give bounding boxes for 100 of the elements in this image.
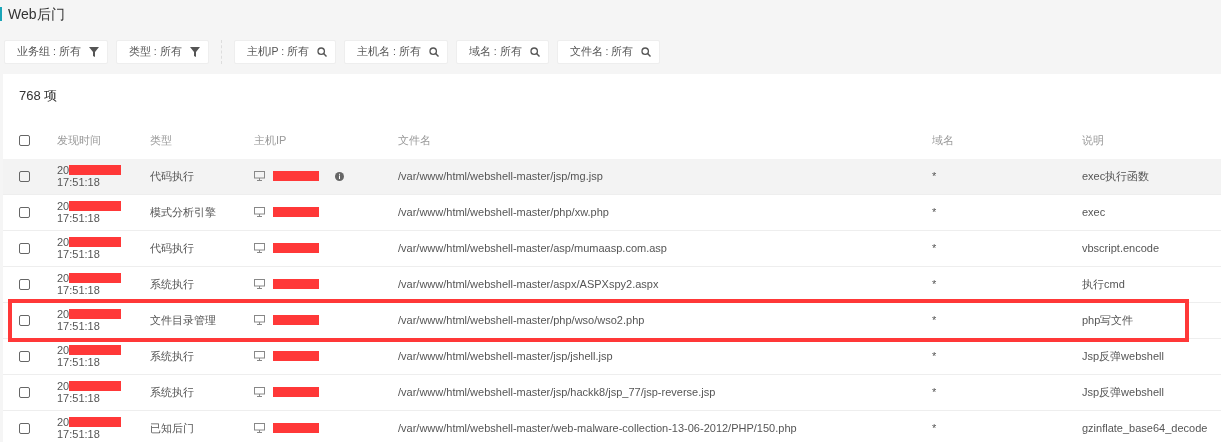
redaction-mark — [69, 165, 122, 175]
search-filter[interactable]: 主机IP : 所有 — [233, 39, 336, 64]
item-count: 768 项 — [18, 86, 59, 105]
file-path: /var/www/html/webshell-master/jsp/mg.jsp — [398, 169, 603, 182]
filter-dropdown[interactable]: 业务组 : 所有 — [4, 39, 108, 64]
row-checkbox[interactable] — [19, 314, 30, 326]
select-all-checkbox[interactable] — [19, 134, 30, 146]
monitor-icon — [254, 315, 265, 325]
file-path: /var/www/html/webshell-master/jsp/jshell.jsp — [398, 349, 613, 362]
domain-text: * — [932, 385, 937, 398]
redaction-mark — [273, 423, 319, 433]
redaction-mark — [273, 351, 319, 361]
description-text: Jsp反弹webshell — [1082, 349, 1164, 362]
type-text: 代码执行 — [150, 169, 194, 182]
info-icon[interactable] — [335, 171, 344, 181]
search-filter[interactable]: 文件名 : 所有 — [556, 39, 661, 64]
row-checkbox[interactable] — [19, 170, 30, 182]
redaction-mark — [69, 381, 122, 391]
file-path: /var/www/html/webshell-master/aspx/ASPXspy2.aspx — [398, 277, 659, 290]
monitor-icon — [254, 351, 265, 361]
description-text: php写文件 — [1082, 313, 1134, 326]
type-text: 代码执行 — [150, 241, 194, 254]
time-text: 17:51:18 — [57, 212, 101, 224]
redaction-mark — [273, 171, 319, 181]
row-checkbox[interactable] — [19, 350, 30, 362]
redaction-mark — [69, 201, 122, 211]
description-text: exec执行函数 — [1082, 169, 1150, 182]
domain-text: * — [932, 169, 937, 182]
date-text: 20 — [57, 200, 70, 212]
type-text: 模式分析引擎 — [150, 205, 216, 218]
description-text: gzinflate_base64_decode — [1082, 421, 1208, 434]
type-text: 已知后门 — [150, 421, 194, 434]
time-text: 17:51:18 — [57, 392, 101, 404]
type-text: 系统执行 — [150, 385, 194, 398]
search-icon — [317, 46, 327, 57]
file-path: /var/www/html/webshell-master/php/xw.php — [398, 205, 609, 218]
description-text: Jsp反弹webshell — [1082, 385, 1164, 398]
row-checkbox[interactable] — [19, 386, 30, 398]
domain-text: * — [932, 313, 937, 326]
redaction-mark — [69, 345, 122, 355]
monitor-icon — [254, 423, 265, 433]
date-text: 20 — [57, 344, 70, 356]
domain-text: * — [932, 277, 937, 290]
domain-text: * — [932, 241, 937, 254]
monitor-icon — [254, 207, 265, 217]
column-header: 域名 — [932, 133, 954, 146]
filter-dropdown[interactable]: 类型 : 所有 — [115, 39, 209, 64]
file-path: /var/www/html/webshell-master/asp/mumaasp.com.asp — [398, 241, 667, 254]
redaction-mark — [69, 273, 122, 283]
search-filter[interactable]: 域名 : 所有 — [455, 39, 549, 64]
funnel-icon — [189, 46, 200, 57]
time-text: 17:51:18 — [57, 176, 101, 188]
time-text: 17:51:18 — [57, 428, 101, 440]
redaction-mark — [273, 315, 319, 325]
domain-text: * — [932, 205, 937, 218]
search-icon — [428, 46, 439, 57]
date-text: 20 — [57, 236, 70, 248]
time-text: 17:51:18 — [57, 320, 101, 332]
type-text: 系统执行 — [150, 277, 194, 290]
column-header: 文件名 — [398, 133, 431, 146]
type-text: 文件目录管理 — [150, 313, 216, 326]
row-checkbox[interactable] — [19, 278, 30, 290]
page-title: Web后门 — [0, 7, 65, 21]
date-text: 20 — [57, 380, 70, 392]
funnel-icon — [88, 46, 99, 57]
row-checkbox[interactable] — [19, 206, 30, 218]
monitor-icon — [254, 279, 265, 289]
redaction-mark — [69, 417, 122, 427]
redaction-mark — [69, 237, 122, 247]
date-text: 20 — [57, 416, 70, 428]
row-checkbox[interactable] — [19, 422, 30, 434]
domain-text: * — [932, 349, 937, 362]
date-text: 20 — [57, 272, 70, 284]
monitor-icon — [254, 243, 265, 253]
row-checkbox[interactable] — [19, 242, 30, 254]
description-text: exec — [1082, 205, 1106, 218]
description-text: 执行cmd — [1082, 277, 1125, 290]
search-filter[interactable]: 主机名 : 所有 — [344, 39, 448, 64]
redaction-mark — [273, 243, 319, 253]
search-icon — [529, 46, 540, 57]
time-text: 17:51:18 — [57, 248, 101, 260]
domain-text: * — [932, 421, 937, 434]
redaction-mark — [273, 207, 319, 217]
search-icon — [641, 46, 652, 57]
column-header: 发现时间 — [57, 133, 101, 146]
time-text: 17:51:18 — [57, 284, 101, 296]
monitor-icon — [254, 387, 265, 397]
column-header: 说明 — [1082, 133, 1104, 146]
column-header: 类型 — [150, 133, 172, 146]
file-path: /var/www/html/webshell-master/web-malware-collection-13-06-2012/PHP/150.php — [398, 421, 797, 434]
column-header: 主机IP — [254, 133, 287, 146]
time-text: 17:51:18 — [57, 356, 101, 368]
file-path: /var/www/html/webshell-master/php/wso/wso2.php — [398, 313, 645, 326]
file-path: /var/www/html/webshell-master/jsp/hackk8/jsp_77/jsp-reverse.jsp — [398, 385, 716, 398]
redaction-mark — [273, 387, 319, 397]
redaction-mark — [69, 309, 122, 319]
monitor-icon — [254, 171, 265, 181]
type-text: 系统执行 — [150, 349, 194, 362]
date-text: 20 — [57, 308, 70, 320]
date-text: 20 — [57, 164, 70, 176]
